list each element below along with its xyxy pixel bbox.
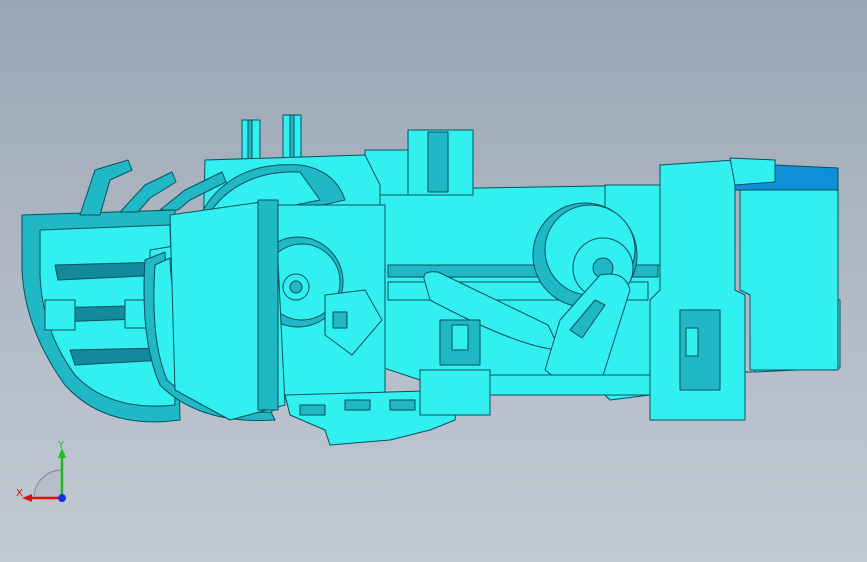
coordinate-triad: Y X [16,440,66,502]
x-axis-label: X [16,488,23,499]
center-gear-pin [289,280,303,294]
z-axis-dot [58,494,66,502]
lower-plate-inner [451,324,469,351]
bottom-block [419,369,491,416]
top-block-3 [427,131,449,193]
cam-slot [332,311,348,329]
right-slot-inner [685,327,699,357]
post-left-slot [247,119,253,161]
post-right-slot [289,114,295,161]
cad-model[interactable] [21,114,841,446]
right-lower-panel [739,189,839,371]
bottom-bar [469,374,651,396]
left-clip-1 [44,299,76,331]
tooth-2 [344,399,371,411]
3d-viewport[interactable] [0,0,867,562]
y-axis-label: Y [57,440,65,451]
front-tray-edge [257,199,279,411]
x-axis-arrow [22,494,32,502]
right-end-cap-top [729,157,776,186]
tooth-1 [299,404,326,416]
tooth-3 [389,399,416,411]
triad-base [33,469,63,499]
